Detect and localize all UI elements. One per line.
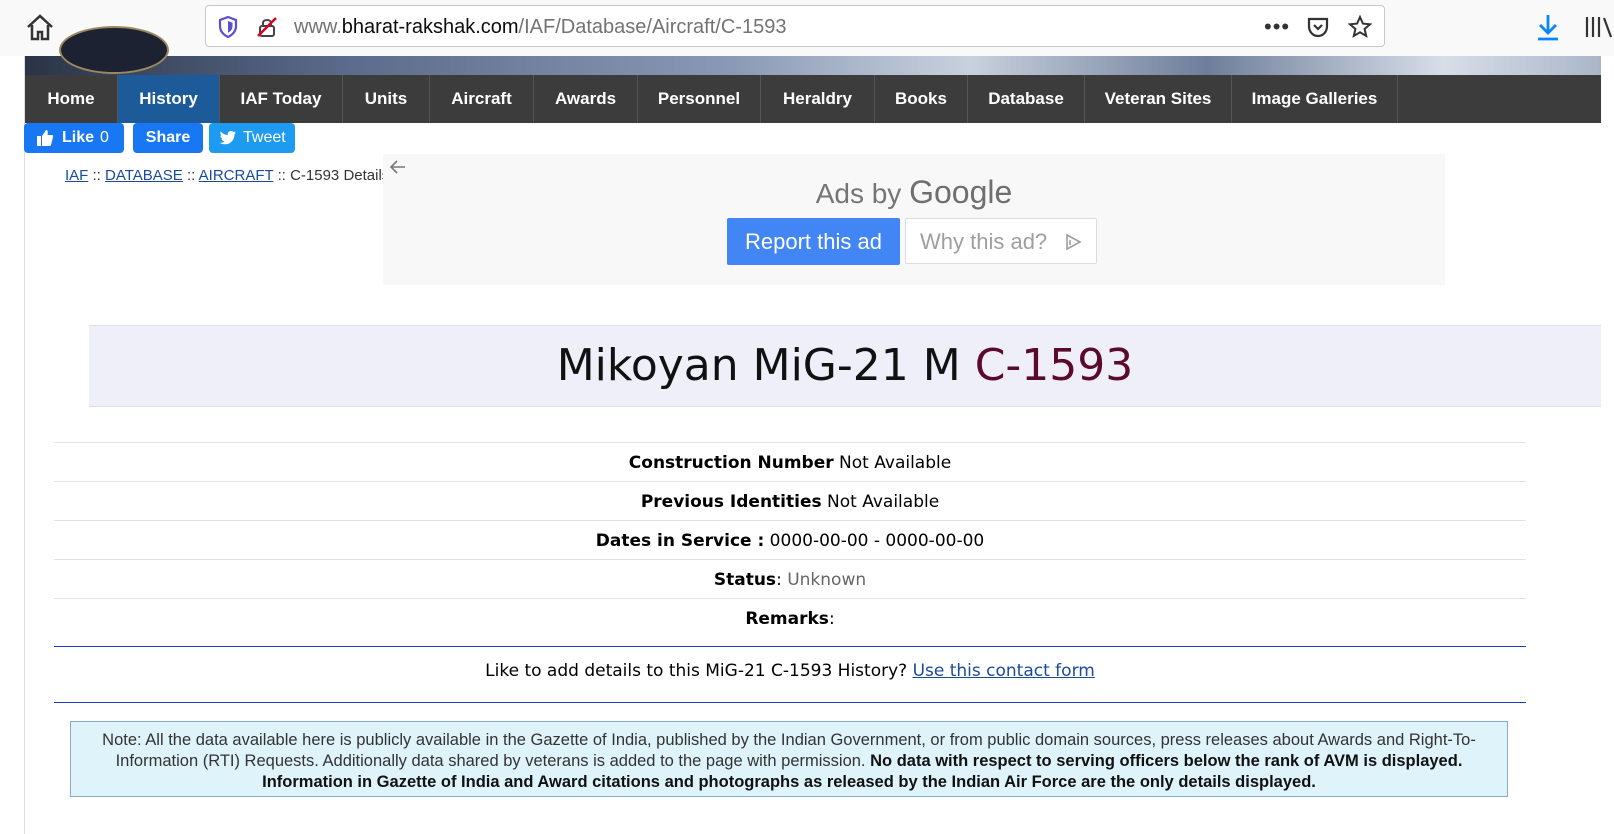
thumbs-up-icon xyxy=(37,130,54,146)
download-icon[interactable] xyxy=(1535,12,1561,42)
aircraft-title-bar: Mikoyan MiG-21 M C-1593 xyxy=(89,325,1601,407)
like-count: 0 xyxy=(100,129,109,146)
nav-books[interactable]: Books xyxy=(875,75,968,123)
google-ad-panel: Ads by Google Report this ad Why this ad… xyxy=(383,154,1445,285)
main-navigation: Home History IAF Today Units Aircraft Aw… xyxy=(25,75,1601,123)
nav-home[interactable]: Home xyxy=(25,75,118,123)
twitter-bird-icon xyxy=(219,130,236,145)
detail-row-remarks: Remarks: xyxy=(54,598,1526,637)
home-icon[interactable] xyxy=(24,12,56,44)
page-actions-menu-icon[interactable]: ••• xyxy=(1264,14,1290,40)
nav-aircraft[interactable]: Aircraft xyxy=(430,75,534,123)
site-banner xyxy=(25,26,1601,75)
breadcrumb: IAF :: DATABASE :: AIRCRAFT :: C-1593 De… xyxy=(65,167,390,184)
detail-row-status: Status: Unknown xyxy=(54,559,1526,598)
pocket-icon[interactable] xyxy=(1306,16,1330,38)
aircraft-details-table: Construction Number Not Available Previo… xyxy=(54,442,1526,637)
page-title: Mikoyan MiG-21 M C-1593 xyxy=(89,340,1601,391)
breadcrumb-aircraft-link[interactable]: AIRCRAFT xyxy=(199,167,274,184)
shield-icon[interactable] xyxy=(218,16,238,38)
bookmark-star-icon[interactable] xyxy=(1348,15,1372,39)
aircraft-serial: C-1593 xyxy=(974,340,1134,391)
nav-heraldry[interactable]: Heraldry xyxy=(761,75,875,123)
nav-awards[interactable]: Awards xyxy=(534,75,638,123)
data-disclaimer-note: Note: All the data available here is pub… xyxy=(70,721,1508,797)
breadcrumb-iaf-link[interactable]: IAF xyxy=(65,167,88,184)
detail-row-construction: Construction Number Not Available xyxy=(54,442,1526,481)
divider-bottom xyxy=(54,702,1526,703)
contact-prompt: Like to add details to this MiG-21 C-159… xyxy=(485,661,1095,681)
site-logo[interactable] xyxy=(59,26,169,74)
status-value: Unknown xyxy=(787,570,867,590)
why-this-ad-button[interactable]: Why this ad? xyxy=(905,218,1097,264)
detail-row-previous-identities: Previous Identities Not Available xyxy=(54,481,1526,520)
nav-iaf-today[interactable]: IAF Today xyxy=(220,75,343,123)
breadcrumb-current: :: C-1593 Details xyxy=(273,167,390,184)
report-ad-button[interactable]: Report this ad xyxy=(727,218,900,265)
url-text[interactable]: www.bharat-rakshak.com/IAF/Database/Airc… xyxy=(294,16,786,39)
like-label: Like xyxy=(62,129,95,146)
nav-database[interactable]: Database xyxy=(968,75,1085,123)
ads-by-google-label: Ads by Google xyxy=(815,174,1013,210)
library-icon[interactable] xyxy=(1583,14,1613,40)
aircraft-model: Mikoyan MiG-21 M xyxy=(556,340,975,391)
facebook-like-button[interactable]: Like 0 xyxy=(24,123,124,153)
url-host: bharat-rakshak.com xyxy=(341,16,519,38)
adchoices-play-icon xyxy=(1066,233,1082,251)
divider-top xyxy=(54,646,1526,647)
nav-units[interactable]: Units xyxy=(343,75,430,123)
nav-personnel[interactable]: Personnel xyxy=(638,75,761,123)
tweet-button[interactable]: Tweet xyxy=(209,123,295,153)
breadcrumb-database-link[interactable]: DATABASE xyxy=(105,167,183,184)
url-bar[interactable]: www.bharat-rakshak.com/IAF/Database/Airc… xyxy=(205,5,1385,47)
facebook-share-button[interactable]: Share xyxy=(133,123,203,153)
contact-form-link[interactable]: Use this contact form xyxy=(913,661,1095,681)
nav-veteran-sites[interactable]: Veteran Sites xyxy=(1085,75,1232,123)
web-page: Home History IAF Today Units Aircraft Aw… xyxy=(24,26,1614,834)
nav-history[interactable]: History xyxy=(118,75,220,123)
detail-row-dates-in-service: Dates in Service : 0000-00-00 - 0000-00-… xyxy=(54,520,1526,559)
tweet-label: Tweet xyxy=(243,129,286,146)
insecure-lock-icon[interactable] xyxy=(256,16,278,38)
browser-toolbar: www.bharat-rakshak.com/IAF/Database/Airc… xyxy=(0,0,1614,56)
why-this-ad-label: Why this ad? xyxy=(920,229,1048,254)
nav-image-galleries[interactable]: Image Galleries xyxy=(1232,75,1398,123)
